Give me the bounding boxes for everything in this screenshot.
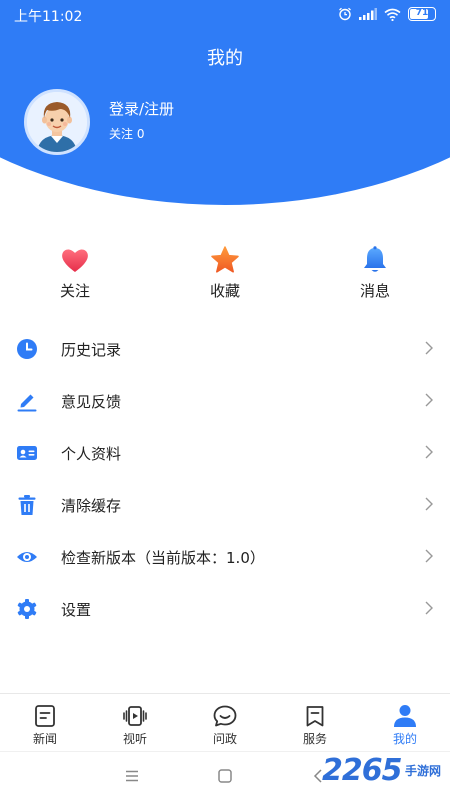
follow-count: 0 — [136, 127, 145, 141]
tab-news[interactable]: 新闻 — [15, 694, 75, 750]
chevron-right-icon — [425, 393, 433, 407]
bookmark-icon — [306, 706, 324, 727]
menu-item-label: 历史记录 — [61, 341, 122, 359]
login-register-link[interactable]: 登录/注册 — [109, 98, 174, 119]
quick-action-follow[interactable]: 关注 — [30, 240, 120, 306]
quick-action-favorite[interactable]: 收藏 — [180, 240, 270, 306]
page-title: 我的 — [207, 48, 243, 69]
settings-menu: 历史记录 意见反馈 个人资料 清除缓存 检查新版本（当前版本：1.0） 设置 — [0, 322, 450, 634]
person-icon — [394, 705, 416, 727]
status-icons: 71 — [338, 7, 436, 21]
follow-count-row[interactable]: 关注 0 — [109, 125, 144, 142]
eye-icon — [17, 552, 37, 562]
chevron-right-icon — [425, 549, 433, 563]
heart-icon — [62, 249, 88, 272]
quick-action-label: 关注 — [59, 282, 90, 300]
menu-item-feedback[interactable]: 意见反馈 — [0, 374, 450, 426]
tab-service[interactable]: 服务 — [285, 694, 345, 750]
chevron-right-icon — [425, 341, 433, 355]
wifi-icon — [384, 8, 401, 21]
quick-actions: 关注 收藏 消息 — [0, 240, 450, 310]
menu-item-history[interactable]: 历史记录 — [0, 322, 450, 374]
menu-item-label: 意见反馈 — [61, 393, 122, 411]
status-bar: 上午11:02 71 — [0, 0, 450, 30]
menu-item-profile[interactable]: 个人资料 — [0, 426, 450, 478]
menu-icon[interactable] — [122, 766, 142, 786]
clock-icon — [17, 339, 37, 359]
menu-item-settings[interactable]: 设置 — [0, 582, 450, 634]
menu-item-label: 个人资料 — [61, 445, 122, 463]
tab-inquiry[interactable]: 问政 — [195, 694, 255, 750]
quick-action-messages[interactable]: 消息 — [330, 240, 420, 306]
status-time: 上午11:02 — [14, 9, 83, 25]
watermark-logo: 2265 手游网 — [322, 753, 442, 793]
chevron-right-icon — [425, 601, 433, 615]
watermark-number: 2265 — [322, 753, 402, 788]
tab-mine[interactable]: 我的 — [375, 694, 435, 750]
tab-label: 问政 — [212, 732, 237, 746]
id-card-icon — [17, 446, 37, 460]
profile-header: 上午11:02 71 我的 登录/注册 关注 0 — [0, 0, 450, 240]
star-icon — [211, 246, 239, 273]
gear-icon — [17, 599, 37, 619]
trash-icon — [18, 495, 36, 515]
follow-label: 关注 — [109, 127, 134, 141]
quick-action-label: 消息 — [359, 282, 390, 300]
quick-action-label: 收藏 — [209, 282, 240, 300]
video-icon — [123, 706, 147, 726]
menu-item-clear-cache[interactable]: 清除缓存 — [0, 478, 450, 530]
home-icon[interactable] — [215, 766, 235, 786]
bottom-tab-bar: 新闻 视听 问政 服务 我的 — [0, 693, 450, 751]
news-icon — [35, 705, 55, 727]
chevron-right-icon — [425, 497, 433, 511]
tab-label: 视听 — [122, 732, 147, 746]
tab-label: 我的 — [392, 732, 417, 746]
avatar-icon — [27, 92, 87, 152]
tab-label: 新闻 — [32, 732, 57, 746]
signal-icon — [359, 8, 377, 20]
watermark-label: 手游网 — [405, 764, 442, 778]
chat-icon — [213, 705, 237, 727]
edit-icon — [17, 394, 37, 412]
tab-label: 服务 — [302, 732, 327, 746]
bell-icon — [364, 246, 386, 272]
battery-icon: 71 — [408, 7, 436, 21]
avatar[interactable] — [24, 89, 90, 155]
chevron-right-icon — [425, 445, 433, 459]
menu-item-label: 清除缓存 — [61, 497, 122, 515]
menu-item-label: 设置 — [61, 601, 92, 619]
menu-item-label: 检查新版本（当前版本：1.0） — [61, 549, 265, 567]
tab-video[interactable]: 视听 — [105, 694, 165, 750]
alarm-icon — [339, 7, 351, 21]
menu-item-check-update[interactable]: 检查新版本（当前版本：1.0） — [0, 530, 450, 582]
battery-level: 71 — [415, 8, 429, 18]
